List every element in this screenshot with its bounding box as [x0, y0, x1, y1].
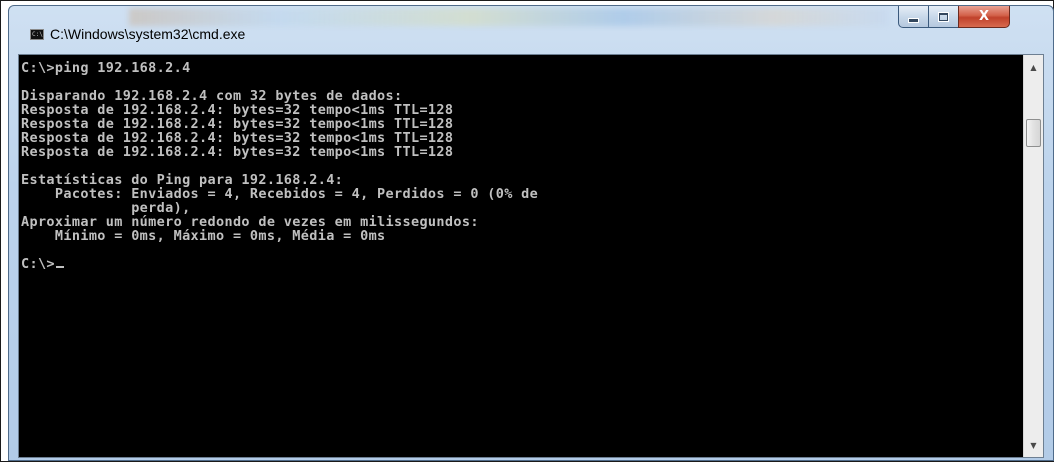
- title-bar[interactable]: C:\ C:\Windows\system32\cmd.exe X: [9, 6, 1053, 54]
- close-icon: X: [978, 9, 990, 24]
- console-line: Resposta de 192.168.2.4: bytes=32 tempo<…: [21, 144, 454, 160]
- close-button[interactable]: X: [958, 6, 1010, 28]
- console-line: C:\>ping 192.168.2.4: [21, 61, 191, 76]
- console-line: Mínimo = 0ms, Máximo = 0ms, Média = 0ms: [21, 228, 386, 244]
- console-line: perda),: [21, 200, 191, 216]
- cmd-window: C:\ C:\Windows\system32\cmd.exe X C:\>pi…: [8, 5, 1054, 461]
- maximize-icon: [938, 11, 949, 22]
- scrollbar-thumb[interactable]: [1026, 119, 1041, 147]
- scroll-up-arrow-icon[interactable]: ▲: [1024, 59, 1043, 76]
- vertical-scrollbar[interactable]: ▲ ▼: [1023, 55, 1043, 457]
- console-line: Pacotes: Enviados = 4, Recebidos = 4, Pe…: [21, 186, 539, 202]
- console-output[interactable]: C:\>ping 192.168.2.4 Disparando 192.168.…: [21, 61, 1023, 455]
- console-line: Resposta de 192.168.2.4: bytes=32 tempo<…: [21, 130, 454, 146]
- console-line: Aproximar um número redondo de vezes em …: [21, 214, 479, 230]
- screenshot-frame: C:\ C:\Windows\system32\cmd.exe X C:\>pi…: [0, 0, 1054, 462]
- console-prompt-line[interactable]: C:\>: [21, 257, 1023, 271]
- console-area[interactable]: C:\>ping 192.168.2.4 Disparando 192.168.…: [18, 54, 1044, 458]
- minimize-button[interactable]: [898, 6, 929, 28]
- console-prompt: C:\>: [21, 256, 55, 272]
- console-line: Estatísticas do Ping para 192.168.2.4:: [21, 172, 344, 188]
- console-line: Resposta de 192.168.2.4: bytes=32 tempo<…: [21, 102, 454, 118]
- maximize-button[interactable]: [928, 6, 959, 28]
- text-cursor: [55, 266, 64, 268]
- cmd-console-icon[interactable]: C:\: [30, 29, 44, 40]
- console-line: Resposta de 192.168.2.4: bytes=32 tempo<…: [21, 116, 454, 132]
- minimize-icon: [908, 18, 919, 23]
- scroll-down-arrow-icon[interactable]: ▼: [1024, 437, 1043, 454]
- window-title: C:\Windows\system32\cmd.exe: [50, 26, 246, 42]
- console-line: Disparando 192.168.2.4 com 32 bytes de d…: [21, 88, 403, 104]
